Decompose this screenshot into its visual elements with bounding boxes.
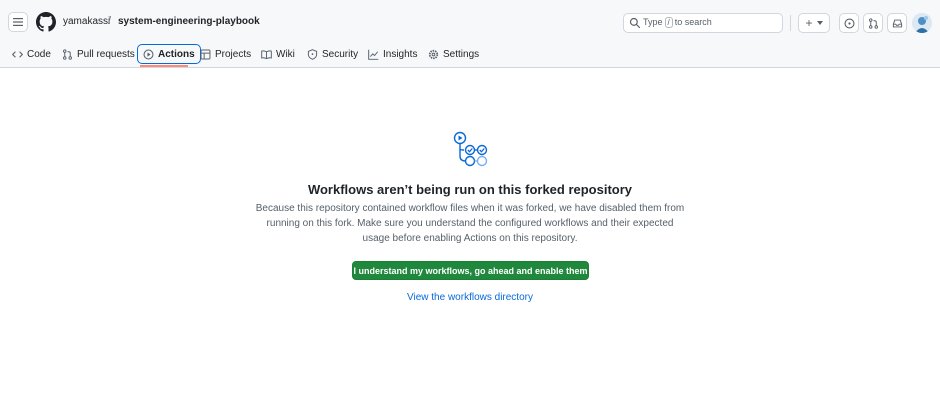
plus-icon: + <box>805 16 813 30</box>
tab-security[interactable]: Security <box>307 44 358 64</box>
repo-navigation: Code Pull requests Actions Projects Wiki… <box>0 40 940 68</box>
create-new-button[interactable]: + <box>798 13 830 33</box>
enable-workflows-button[interactable]: I understand my workflows, go ahead and … <box>352 261 589 280</box>
shield-icon <box>307 48 318 60</box>
inbox-icon <box>892 19 902 27</box>
hamburger-menu-button[interactable] <box>8 12 28 32</box>
menu-icon <box>13 18 23 26</box>
workflows-directory-link[interactable]: View the workflows directory <box>0 292 940 303</box>
git-pull-request-icon <box>63 48 72 60</box>
user-avatar[interactable] <box>912 13 932 33</box>
workflow-icon <box>453 131 488 167</box>
tab-security-label: Security <box>322 48 359 60</box>
tab-projects[interactable]: Projects <box>200 44 251 64</box>
active-tab-underline <box>140 65 188 67</box>
repo-owner-link[interactable]: yamakassi <box>63 16 110 27</box>
tab-pull-requests-label: Pull requests <box>77 48 135 60</box>
tab-code[interactable]: Code <box>12 44 51 64</box>
graph-icon <box>368 49 379 60</box>
search-placeholder: Type / to search <box>643 17 712 28</box>
search-placeholder-rest: to search <box>674 17 712 27</box>
github-logo-icon[interactable] <box>36 12 56 32</box>
tab-actions[interactable]: Actions <box>137 44 201 64</box>
page-title: Workflows aren’t being run on this forke… <box>307 182 633 197</box>
inbox-button[interactable] <box>887 13 907 33</box>
tab-projects-label: Projects <box>215 48 252 60</box>
code-icon <box>12 50 23 58</box>
search-icon <box>629 17 641 29</box>
issues-button[interactable] <box>839 13 859 33</box>
tab-insights-label: Insights <box>383 48 418 60</box>
tab-settings[interactable]: Settings <box>428 44 479 64</box>
repo-name-link[interactable]: system-engineering-playbook <box>118 16 260 27</box>
tab-actions-label: Actions <box>158 48 195 60</box>
table-icon <box>200 49 211 59</box>
triangle-down-icon <box>816 21 823 25</box>
tab-settings-label: Settings <box>443 48 480 60</box>
header-divider <box>790 15 791 31</box>
page-description: Because this repository contained workfl… <box>255 203 685 244</box>
tab-insights[interactable]: Insights <box>368 44 417 64</box>
tab-wiki-label: Wiki <box>276 48 295 60</box>
book-icon <box>261 49 272 59</box>
git-pull-request-icon <box>868 17 878 29</box>
search-shortcut-key: / <box>664 17 673 28</box>
avatar-image-icon <box>912 13 932 33</box>
issue-opened-icon <box>843 17 855 29</box>
search-placeholder-type: Type <box>643 17 663 27</box>
tab-wiki[interactable]: Wiki <box>261 44 295 64</box>
gear-icon <box>428 49 439 59</box>
pull-requests-button[interactable] <box>863 13 883 33</box>
global-header: yamakassi / system-engineering-playbook … <box>0 0 940 40</box>
tab-pull-requests[interactable]: Pull requests <box>62 44 135 64</box>
play-icon <box>143 49 154 59</box>
tab-code-label: Code <box>27 48 51 60</box>
breadcrumb-separator: / <box>108 15 112 27</box>
search-input[interactable]: Type / to search <box>623 13 783 33</box>
